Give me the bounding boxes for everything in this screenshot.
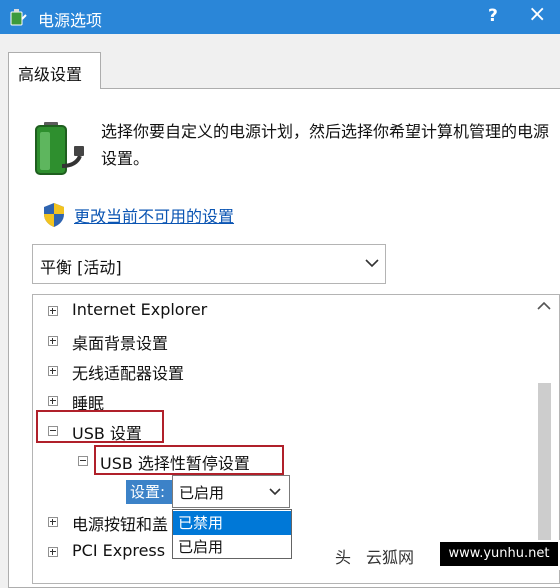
watermark-url: www.yunhu.net [440, 542, 558, 566]
collapse-icon[interactable] [78, 456, 88, 466]
close-button[interactable]: × [528, 2, 546, 27]
power-options-icon [10, 9, 27, 26]
tab-label: 高级设置 [18, 65, 83, 84]
chevron-down-icon [365, 259, 379, 268]
window-title: 电源选项 [38, 11, 103, 30]
expand-icon[interactable] [48, 366, 58, 376]
expand-icon[interactable] [48, 306, 58, 316]
setting-label: 设置: [126, 480, 172, 504]
help-button[interactable]: ? [488, 6, 498, 26]
setting-dropdown-list: 已禁用 已启用 [172, 509, 292, 559]
tree-item-internet-explorer[interactable]: Internet Explorer [72, 300, 207, 319]
title-bar: 电源选项 ? × [0, 0, 560, 34]
scrollbar-thumb[interactable] [538, 383, 551, 543]
scroll-up-arrow-icon[interactable] [537, 301, 551, 310]
battery-icon [35, 122, 84, 175]
change-settings-link[interactable]: 更改当前不可用的设置 [74, 203, 234, 227]
tree-item-power-buttons[interactable]: 电源按钮和盖 [72, 511, 168, 535]
option-enabled[interactable]: 已启用 [173, 535, 291, 559]
power-plan-select[interactable]: 平衡 [活动] [32, 244, 386, 284]
expand-icon[interactable] [48, 547, 58, 557]
watermark-head: 头 [335, 548, 352, 567]
page-description: 选择你要自定义的电源计划，然后选择你希望计算机管理的电源设置。 [101, 122, 550, 168]
watermark-brand: 云狐网 [366, 548, 415, 567]
setting-select[interactable]: 已启用 [172, 475, 290, 508]
expand-icon[interactable] [48, 336, 58, 346]
chevron-down-icon [269, 488, 281, 496]
power-plan-value: 平衡 [活动] [40, 258, 122, 277]
tree-item-desktop-background[interactable]: 桌面背景设置 [72, 330, 168, 354]
tree-item-pci-express[interactable]: PCI Express [72, 541, 165, 560]
usb-settings-highlight [36, 410, 164, 443]
expand-icon[interactable] [48, 517, 58, 527]
expand-icon[interactable] [48, 396, 58, 406]
usb-suspend-highlight [94, 445, 284, 475]
option-disabled[interactable]: 已禁用 [173, 511, 291, 535]
tree-item-wireless-adapter[interactable]: 无线适配器设置 [72, 360, 184, 384]
setting-value: 已启用 [179, 484, 225, 502]
shield-icon [44, 203, 64, 227]
tab-advanced-settings[interactable]: 高级设置 [8, 52, 101, 89]
